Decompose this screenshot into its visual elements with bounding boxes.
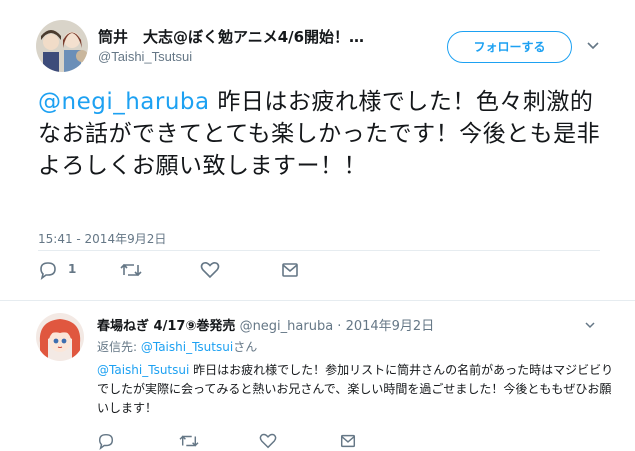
chevron-down-icon[interactable] bbox=[584, 319, 596, 331]
like-icon[interactable] bbox=[259, 432, 277, 450]
user-handle[interactable]: @negi_haruba bbox=[240, 319, 334, 334]
mention-link[interactable]: @Taishi_Tsutsui bbox=[97, 363, 189, 377]
retweet-icon[interactable] bbox=[179, 432, 199, 450]
message-icon[interactable] bbox=[280, 260, 300, 280]
avatar[interactable] bbox=[36, 313, 84, 361]
replying-to: 返信先: @Taishi_Tsutsuiさん bbox=[97, 338, 257, 355]
main-tweet: 筒井 大志@ぼく勉アニメ4/6開始！… @Taishi_Tsutsui フォロー… bbox=[0, 0, 635, 300]
reply-actions bbox=[97, 432, 357, 450]
follow-button[interactable]: フォローする bbox=[447, 31, 572, 63]
message-icon[interactable] bbox=[339, 432, 357, 450]
tweet-text: @negi_haruba 昨日はお疲れ様でした！色々刺激的なお話ができてとても楽… bbox=[38, 86, 608, 182]
reply-tweet[interactable]: 春場ねぎ 4/17⑨巻発売 @negi_haruba · 2014年9月2日 返… bbox=[0, 301, 635, 451]
display-name[interactable]: 春場ねぎ 4/17⑨巻発売 bbox=[97, 319, 235, 334]
replying-to-link[interactable]: @Taishi_Tsutsui bbox=[141, 340, 233, 354]
replying-to-prefix: 返信先: bbox=[97, 340, 141, 354]
reply-icon[interactable] bbox=[97, 432, 115, 450]
like-icon[interactable] bbox=[200, 260, 220, 280]
user-handle[interactable]: @Taishi_Tsutsui bbox=[98, 49, 192, 64]
reply-date[interactable]: 2014年9月2日 bbox=[346, 319, 435, 334]
reply-icon[interactable] bbox=[38, 260, 58, 280]
chevron-down-icon[interactable] bbox=[586, 39, 600, 53]
retweet-icon[interactable] bbox=[120, 260, 142, 280]
avatar[interactable] bbox=[36, 20, 88, 72]
display-name[interactable]: 筒井 大志@ぼく勉アニメ4/6開始！… bbox=[98, 26, 418, 47]
reply-text: @Taishi_Tsutsui 昨日はお疲れ様でした！参加リストに筒井さんの名前… bbox=[97, 361, 617, 418]
tweet-actions: 1 bbox=[38, 260, 338, 280]
reply-count: 1 bbox=[68, 262, 77, 276]
mention-link[interactable]: @negi_haruba bbox=[38, 89, 210, 115]
separator: · bbox=[333, 319, 346, 334]
timestamp[interactable]: 15:41 - 2014年9月2日 bbox=[38, 230, 166, 247]
reply-header: 春場ねぎ 4/17⑨巻発売 @negi_haruba · 2014年9月2日 bbox=[97, 315, 434, 334]
replying-to-suffix: さん bbox=[233, 340, 258, 354]
divider bbox=[38, 250, 600, 251]
